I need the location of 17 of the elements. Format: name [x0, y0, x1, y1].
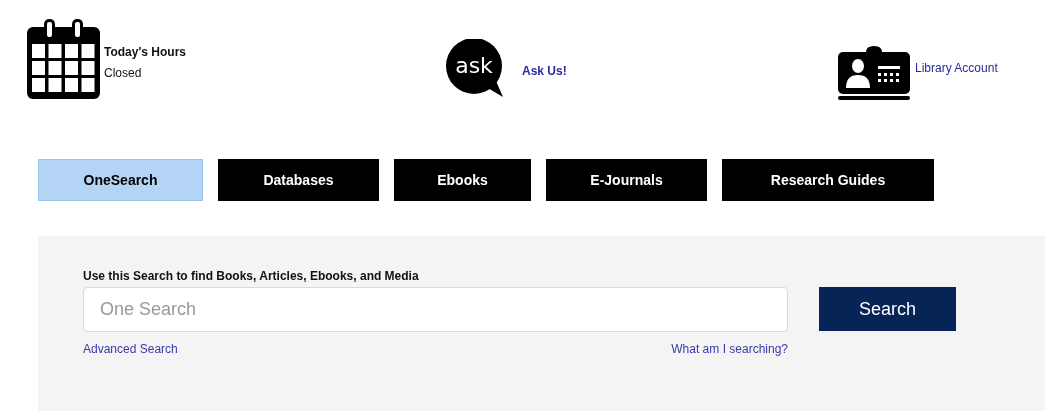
id-card-icon [838, 44, 910, 100]
search-label: Use this Search to find Books, Articles, Ebooks, and Media [83, 269, 420, 283]
search-field[interactable]: One Search [83, 287, 788, 332]
hours-title: Today's Hours [104, 45, 186, 59]
search-button[interactable]: Search [819, 287, 956, 331]
ask-bubble-icon: ask [446, 39, 504, 97]
search-tab[interactable]: OneSearch [38, 159, 203, 201]
calendar-icon [27, 18, 100, 99]
search-tab[interactable]: Databases [218, 159, 379, 201]
account-link[interactable]: Library Account [915, 61, 998, 75]
search-tab[interactable]: E-Journals [546, 159, 707, 201]
advanced-search-link[interactable]: Advanced Search [83, 342, 178, 356]
hours-status: Closed [104, 66, 143, 80]
search-tab[interactable]: Research Guides [722, 159, 934, 201]
ask-us-link[interactable]: Ask Us! [522, 64, 567, 78]
help-link[interactable]: What am I searching? [671, 342, 788, 356]
search-tab[interactable]: Ebooks [394, 159, 531, 201]
